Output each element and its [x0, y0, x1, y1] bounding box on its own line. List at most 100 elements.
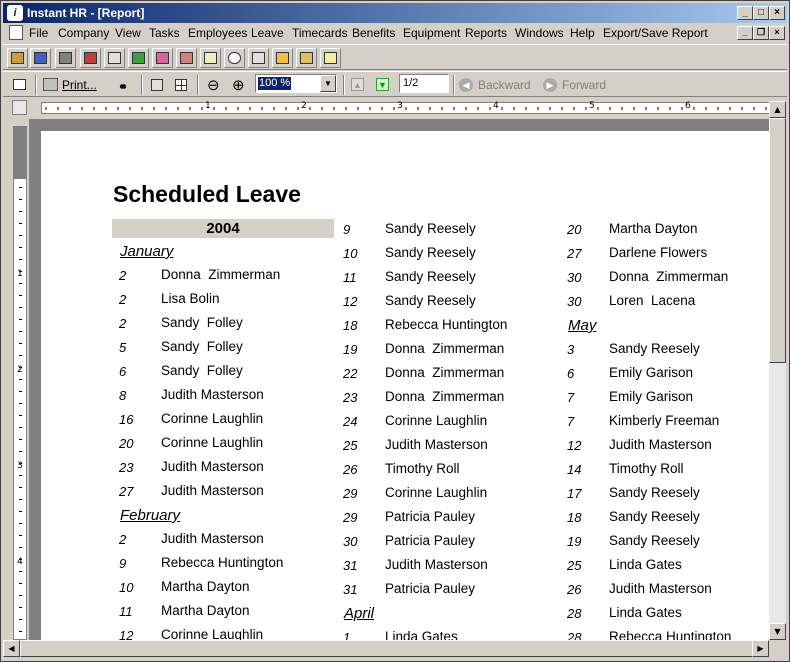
- scroll-down-icon[interactable]: ▼: [769, 623, 786, 640]
- ruler-corner[interactable]: [12, 100, 27, 115]
- chat-icon[interactable]: [320, 48, 341, 68]
- menu-file[interactable]: File: [29, 26, 48, 40]
- leave-day: 25: [343, 438, 358, 453]
- zoom-in-icon[interactable]: ⊕: [230, 75, 248, 95]
- forward-label: Forward: [562, 78, 607, 92]
- money-icon[interactable]: [128, 48, 149, 68]
- leave-employee-name: Sandy Reesely: [385, 245, 476, 260]
- backward-button[interactable]: ◀ Backward: [459, 75, 531, 95]
- ruler-tick: [19, 343, 22, 344]
- leave-employee-name: Corinne Laughlin: [161, 435, 264, 450]
- maximize-button[interactable]: □: [753, 6, 769, 20]
- leave-employee-name: Judith Masterson: [609, 581, 712, 596]
- leave-employee-name: Loren Lacena: [609, 293, 696, 308]
- employee-icon[interactable]: [30, 48, 51, 68]
- leave-employee-name: Timothy Roll: [609, 461, 684, 476]
- ruler-tick: [19, 367, 22, 368]
- menu-tasks[interactable]: Tasks: [149, 26, 180, 40]
- title-bar[interactable]: i Instant HR - [Report] _ □ ×: [3, 3, 787, 23]
- close-button[interactable]: ×: [769, 6, 785, 20]
- menu-help[interactable]: Help: [570, 26, 595, 40]
- document-icon[interactable]: [9, 25, 23, 40]
- page-number-input[interactable]: 1/2: [399, 74, 449, 93]
- leave-employee-name: Timothy Roll: [385, 461, 460, 476]
- open-folder-icon[interactable]: [296, 48, 317, 68]
- print-button[interactable]: Print...: [43, 75, 101, 95]
- clock-icon[interactable]: [224, 48, 245, 68]
- leave-day: 10: [343, 246, 358, 261]
- leave-day: 23: [343, 390, 358, 405]
- menu-leave[interactable]: Leave: [251, 26, 284, 40]
- leave-day: 18: [343, 318, 358, 333]
- tag-icon[interactable]: [152, 48, 173, 68]
- ruler-tick: [19, 619, 22, 620]
- menu-windows[interactable]: Windows: [515, 26, 564, 40]
- zoom-select[interactable]: 100 % ▼: [255, 74, 337, 93]
- scroll-up-icon[interactable]: ▲: [769, 101, 786, 118]
- toolbar-separator: [453, 75, 455, 95]
- group-icon[interactable]: [80, 48, 101, 68]
- leave-day: 12: [119, 628, 134, 640]
- single-page-icon[interactable]: [149, 75, 167, 95]
- leave-employee-name: Rebecca Huntington: [609, 629, 732, 640]
- report-viewport[interactable]: Scheduled Leave 2004 January 2 Donna Zimme…: [29, 119, 769, 640]
- leave-employee-name: Sandy Reesely: [609, 341, 700, 356]
- menu-employees[interactable]: Employees: [188, 26, 247, 40]
- mdi-minimize-button[interactable]: _: [737, 26, 753, 40]
- app-logo-icon[interactable]: i: [7, 5, 23, 21]
- leave-day: 28: [567, 606, 582, 621]
- leave-day: 14: [567, 462, 582, 477]
- ruler-row: 1 2 3 4 5 6: [3, 98, 787, 118]
- ruler-tick: [19, 223, 22, 224]
- menu-view[interactable]: View: [115, 26, 141, 40]
- menu-reports[interactable]: Reports: [465, 26, 507, 40]
- menu-export-save-report[interactable]: Export/Save Report: [603, 26, 708, 40]
- mdi-restore-button[interactable]: ❐: [753, 26, 769, 40]
- vertical-scroll-thumb[interactable]: [769, 118, 786, 363]
- ruler-tick: [19, 415, 22, 416]
- chevron-down-icon[interactable]: ▼: [320, 75, 336, 92]
- leave-day: 3: [567, 342, 575, 357]
- backward-label: Backward: [478, 78, 531, 92]
- leave-day: 25: [567, 558, 582, 573]
- menu-equipment[interactable]: Equipment: [403, 26, 460, 40]
- hierarchy-icon[interactable]: [55, 48, 76, 68]
- leave-day: 16: [119, 412, 134, 427]
- ruler-tick: [19, 463, 22, 464]
- ruler-tick: [19, 271, 22, 272]
- menu-benefits[interactable]: Benefits: [352, 26, 395, 40]
- vertical-scrollbar[interactable]: ▲ ▼: [769, 101, 786, 640]
- forward-button[interactable]: ▶ Forward: [543, 75, 607, 95]
- minimize-button[interactable]: _: [737, 6, 753, 20]
- leave-employee-name: Corinne Laughlin: [385, 485, 488, 500]
- ruler-tick: [19, 523, 22, 524]
- ruler-tick: [19, 571, 22, 572]
- next-page-icon[interactable]: ▼: [374, 75, 392, 95]
- leave-day: 23: [119, 460, 134, 475]
- menu-company[interactable]: Company: [58, 26, 109, 40]
- leave-day: 11: [343, 270, 357, 285]
- zoom-out-icon[interactable]: ⊖: [205, 75, 223, 95]
- menu-timecards[interactable]: Timecards: [292, 26, 348, 40]
- previous-page-icon[interactable]: ▲: [349, 75, 367, 95]
- mdi-close-button[interactable]: ×: [769, 26, 785, 40]
- forward-arrow-icon: ▶: [543, 78, 557, 92]
- size-grip[interactable]: [769, 640, 786, 657]
- leave-day: 18: [567, 510, 582, 525]
- binoculars-icon[interactable]: ⚭: [117, 75, 135, 95]
- export-icon[interactable]: [272, 48, 293, 68]
- leave-employee-name: Linda Gates: [609, 557, 682, 572]
- form-icon[interactable]: [248, 48, 269, 68]
- leave-employee-name: Judith Masterson: [609, 437, 712, 452]
- horizontal-scroll-thumb[interactable]: [20, 640, 769, 657]
- note-icon[interactable]: [200, 48, 221, 68]
- toggle-panel-icon[interactable]: [11, 75, 29, 95]
- scroll-right-icon[interactable]: ▶: [752, 640, 769, 657]
- horizontal-scrollbar[interactable]: ◀ ▶: [3, 640, 769, 657]
- leave-day: 29: [343, 486, 358, 501]
- multi-page-icon[interactable]: [173, 75, 191, 95]
- ticket-icon[interactable]: [176, 48, 197, 68]
- org-chart-icon[interactable]: [7, 48, 28, 68]
- scroll-left-icon[interactable]: ◀: [3, 640, 20, 657]
- leave-icon[interactable]: [104, 48, 125, 68]
